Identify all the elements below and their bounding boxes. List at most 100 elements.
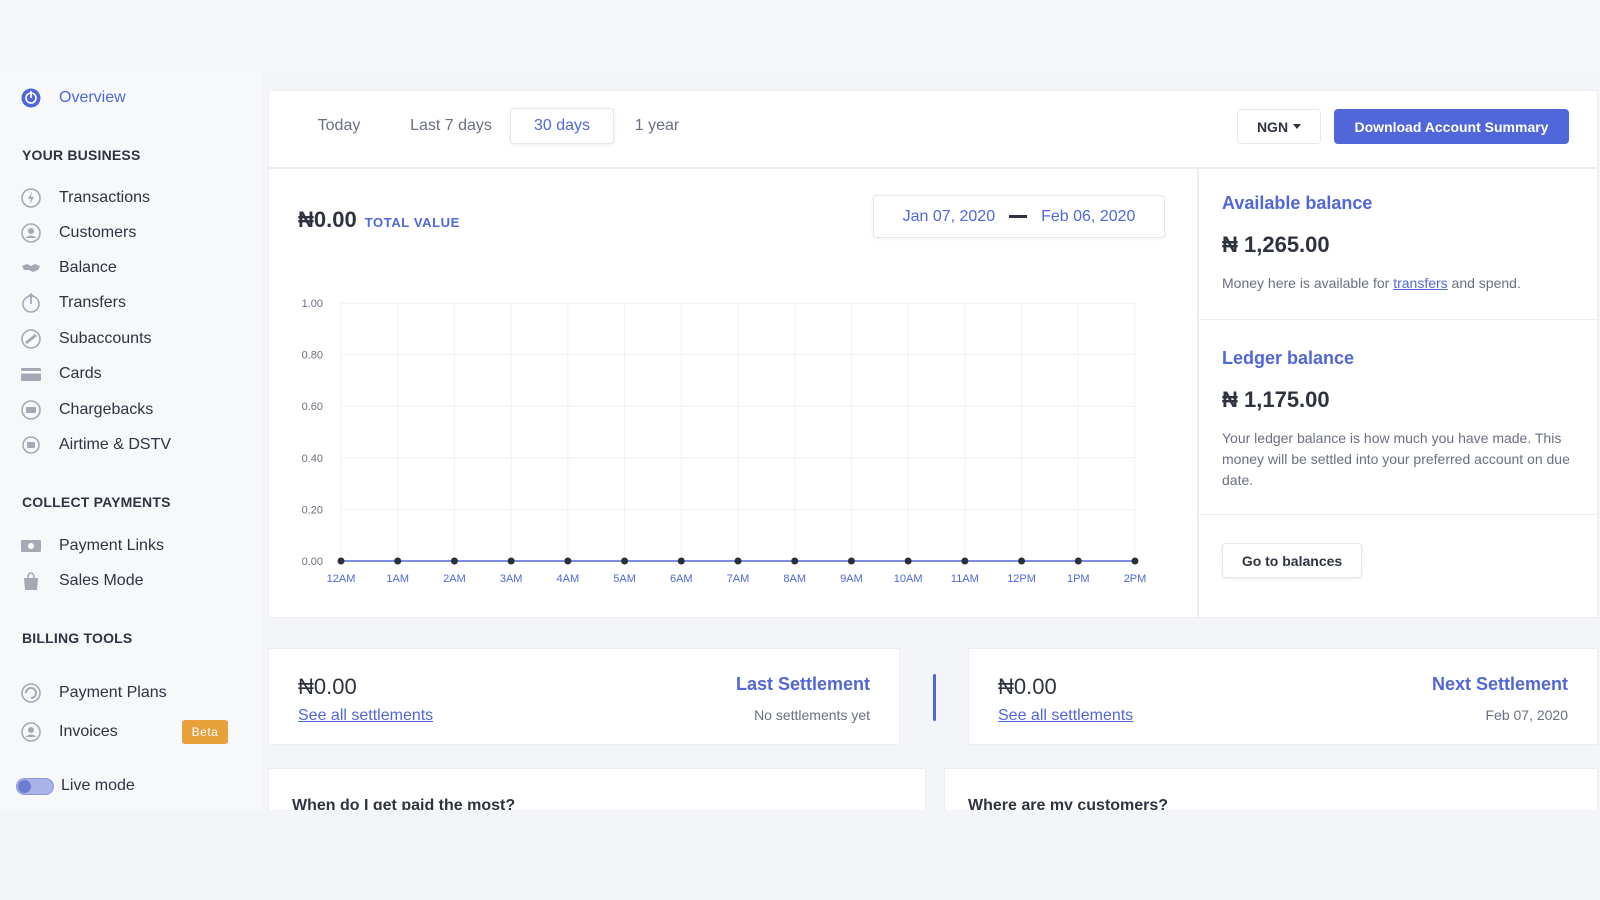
download-summary-button[interactable]: Download Account Summary — [1334, 109, 1569, 144]
sidebar-item-overview[interactable]: Overview — [20, 86, 126, 110]
y-tick-label: 0.60 — [302, 401, 323, 413]
x-tick-label: 12PM — [1007, 573, 1036, 585]
data-point — [791, 557, 799, 565]
data-point — [564, 557, 572, 565]
tab-30-days[interactable]: 30 days — [510, 108, 614, 144]
sidebar-item-label: Airtime & DSTV — [59, 436, 172, 453]
data-point — [450, 557, 458, 565]
section-heading-collect: COLLECT PAYMENTS — [22, 494, 171, 510]
sidebar-item-sales-mode[interactable]: Sales Mode — [20, 569, 144, 593]
x-tick-label: 8AM — [783, 573, 806, 585]
sidebar-item-transfers[interactable]: Transfers — [20, 291, 126, 315]
section-heading-billing: BILLING TOOLS — [22, 630, 133, 646]
card-icon — [20, 363, 42, 385]
toggle-knob — [18, 780, 31, 793]
lightning-icon — [20, 187, 42, 209]
beta-badge: Beta — [182, 720, 228, 744]
next-settlement-date: Feb 07, 2020 — [1485, 707, 1568, 723]
sidebar-item-transactions[interactable]: Transactions — [20, 186, 150, 210]
sidebar-item-label: Overview — [59, 89, 126, 106]
data-point — [1018, 557, 1026, 565]
y-tick-label: 0.20 — [302, 504, 323, 516]
handshake-icon — [20, 257, 42, 279]
sidebar-item-subaccounts[interactable]: Subaccounts — [20, 327, 152, 351]
tab-last-7-days[interactable]: Last 7 days — [393, 108, 509, 144]
live-mode-toggle[interactable] — [16, 778, 54, 795]
see-all-settlements-link[interactable]: See all settlements — [298, 707, 433, 725]
data-point — [847, 557, 855, 565]
last-settlement-card: ₦0.00 See all settlements Last Settlemen… — [268, 648, 900, 745]
shopping-bag-icon — [20, 570, 42, 592]
sidebar-item-label: Transfers — [59, 294, 126, 311]
sidebar-item-label: Cards — [59, 365, 102, 382]
x-tick-label: 4AM — [557, 573, 580, 585]
sidebar-item-customers[interactable]: Customers — [20, 221, 136, 245]
see-all-settlements-link[interactable]: See all settlements — [998, 707, 1133, 725]
tab-1-year[interactable]: 1 year — [619, 108, 695, 144]
sidebar-item-invoices[interactable]: Invoices — [20, 720, 118, 744]
section-heading-business: YOUR BUSINESS — [22, 147, 141, 163]
sidebar-item-label: Customers — [59, 224, 137, 241]
next-settlement-title: Next Settlement — [1431, 674, 1568, 694]
overview-icon — [20, 87, 42, 109]
x-tick-label: 2AM — [443, 573, 466, 585]
data-point — [961, 557, 969, 565]
available-desc-end: and spend. — [1447, 275, 1521, 291]
x-tick-label: 1AM — [386, 573, 409, 585]
sidebar-item-airtime[interactable]: Airtime & DSTV — [20, 433, 171, 457]
refresh-icon — [20, 682, 42, 704]
x-tick-label: 3AM — [500, 573, 523, 585]
sidebar-item-cards[interactable]: Cards — [20, 362, 102, 386]
x-tick-label: 2PM — [1124, 573, 1147, 585]
next-settlement-amount: ₦0.00 — [998, 674, 1057, 699]
sidebar-item-label: Payment Plans — [59, 684, 167, 701]
data-point — [1074, 557, 1082, 565]
sidebar-item-chargebacks[interactable]: Chargebacks — [20, 398, 153, 422]
data-point — [337, 557, 345, 565]
sidebar-item-label: Invoices — [59, 723, 118, 740]
caret-down-icon — [1293, 124, 1302, 129]
subaccounts-icon — [20, 328, 42, 350]
transfers-link[interactable]: transfers — [1393, 275, 1447, 291]
sidebar-item-balance[interactable]: Balance — [20, 256, 117, 280]
data-point — [1131, 557, 1139, 565]
go-to-balances-button[interactable]: Go to balances — [1222, 543, 1362, 578]
tab-today[interactable]: Today — [291, 108, 387, 144]
data-point — [734, 557, 742, 565]
line-chart: 0.00 0.20 0.40 0.60 0.80 1.00 12AM 1AM 2AM 3AM 4AM… — [302, 298, 1147, 585]
y-tick-label: 0.80 — [302, 350, 323, 362]
ledger-balance-desc: Your ledger balance is how much you have… — [1222, 430, 1570, 488]
transfer-icon — [20, 292, 42, 314]
y-tick-label: 0.00 — [302, 556, 323, 568]
x-tick-label: 7AM — [727, 573, 750, 585]
data-point — [394, 557, 402, 565]
sidebar-item-payment-links[interactable]: Payment Links — [20, 534, 164, 558]
airtime-icon — [20, 434, 42, 456]
settlement-separator — [933, 674, 936, 721]
data-point — [904, 557, 912, 565]
x-tick-label: 11AM — [951, 573, 979, 585]
next-settlement-card: ₦0.00 See all settlements Next Settlemen… — [968, 648, 1598, 745]
y-tick-label: 1.00 — [302, 298, 323, 310]
available-balance-desc: Money here is available for transfers an… — [1222, 273, 1577, 294]
last-settlement-title: Last Settlement — [735, 674, 870, 694]
currency-select[interactable]: NGN — [1237, 109, 1321, 144]
available-balance-title: Available balance — [1222, 193, 1373, 213]
ledger-balance-title: Ledger balance — [1222, 348, 1355, 368]
sidebar-item-label: Balance — [59, 259, 117, 276]
x-tick-label: 12AM — [327, 573, 356, 585]
invoice-icon — [20, 721, 42, 743]
top-band — [0, 0, 1600, 70]
x-tick-label: 9AM — [840, 573, 863, 585]
chargeback-icon — [20, 399, 42, 421]
payment-link-icon — [20, 535, 42, 557]
available-desc-text: Money here is available for — [1222, 275, 1394, 291]
data-point — [677, 557, 685, 565]
sidebar-item-label: Subaccounts — [59, 330, 152, 347]
user-icon — [20, 222, 42, 244]
ledger-balance-amount: ₦ 1,175.00 — [1222, 387, 1330, 412]
x-tick-label: 10AM — [894, 573, 923, 585]
bottom-band — [0, 810, 1600, 900]
sidebar-item-payment-plans[interactable]: Payment Plans — [20, 681, 167, 705]
sidebar-item-label: Transactions — [59, 189, 150, 206]
